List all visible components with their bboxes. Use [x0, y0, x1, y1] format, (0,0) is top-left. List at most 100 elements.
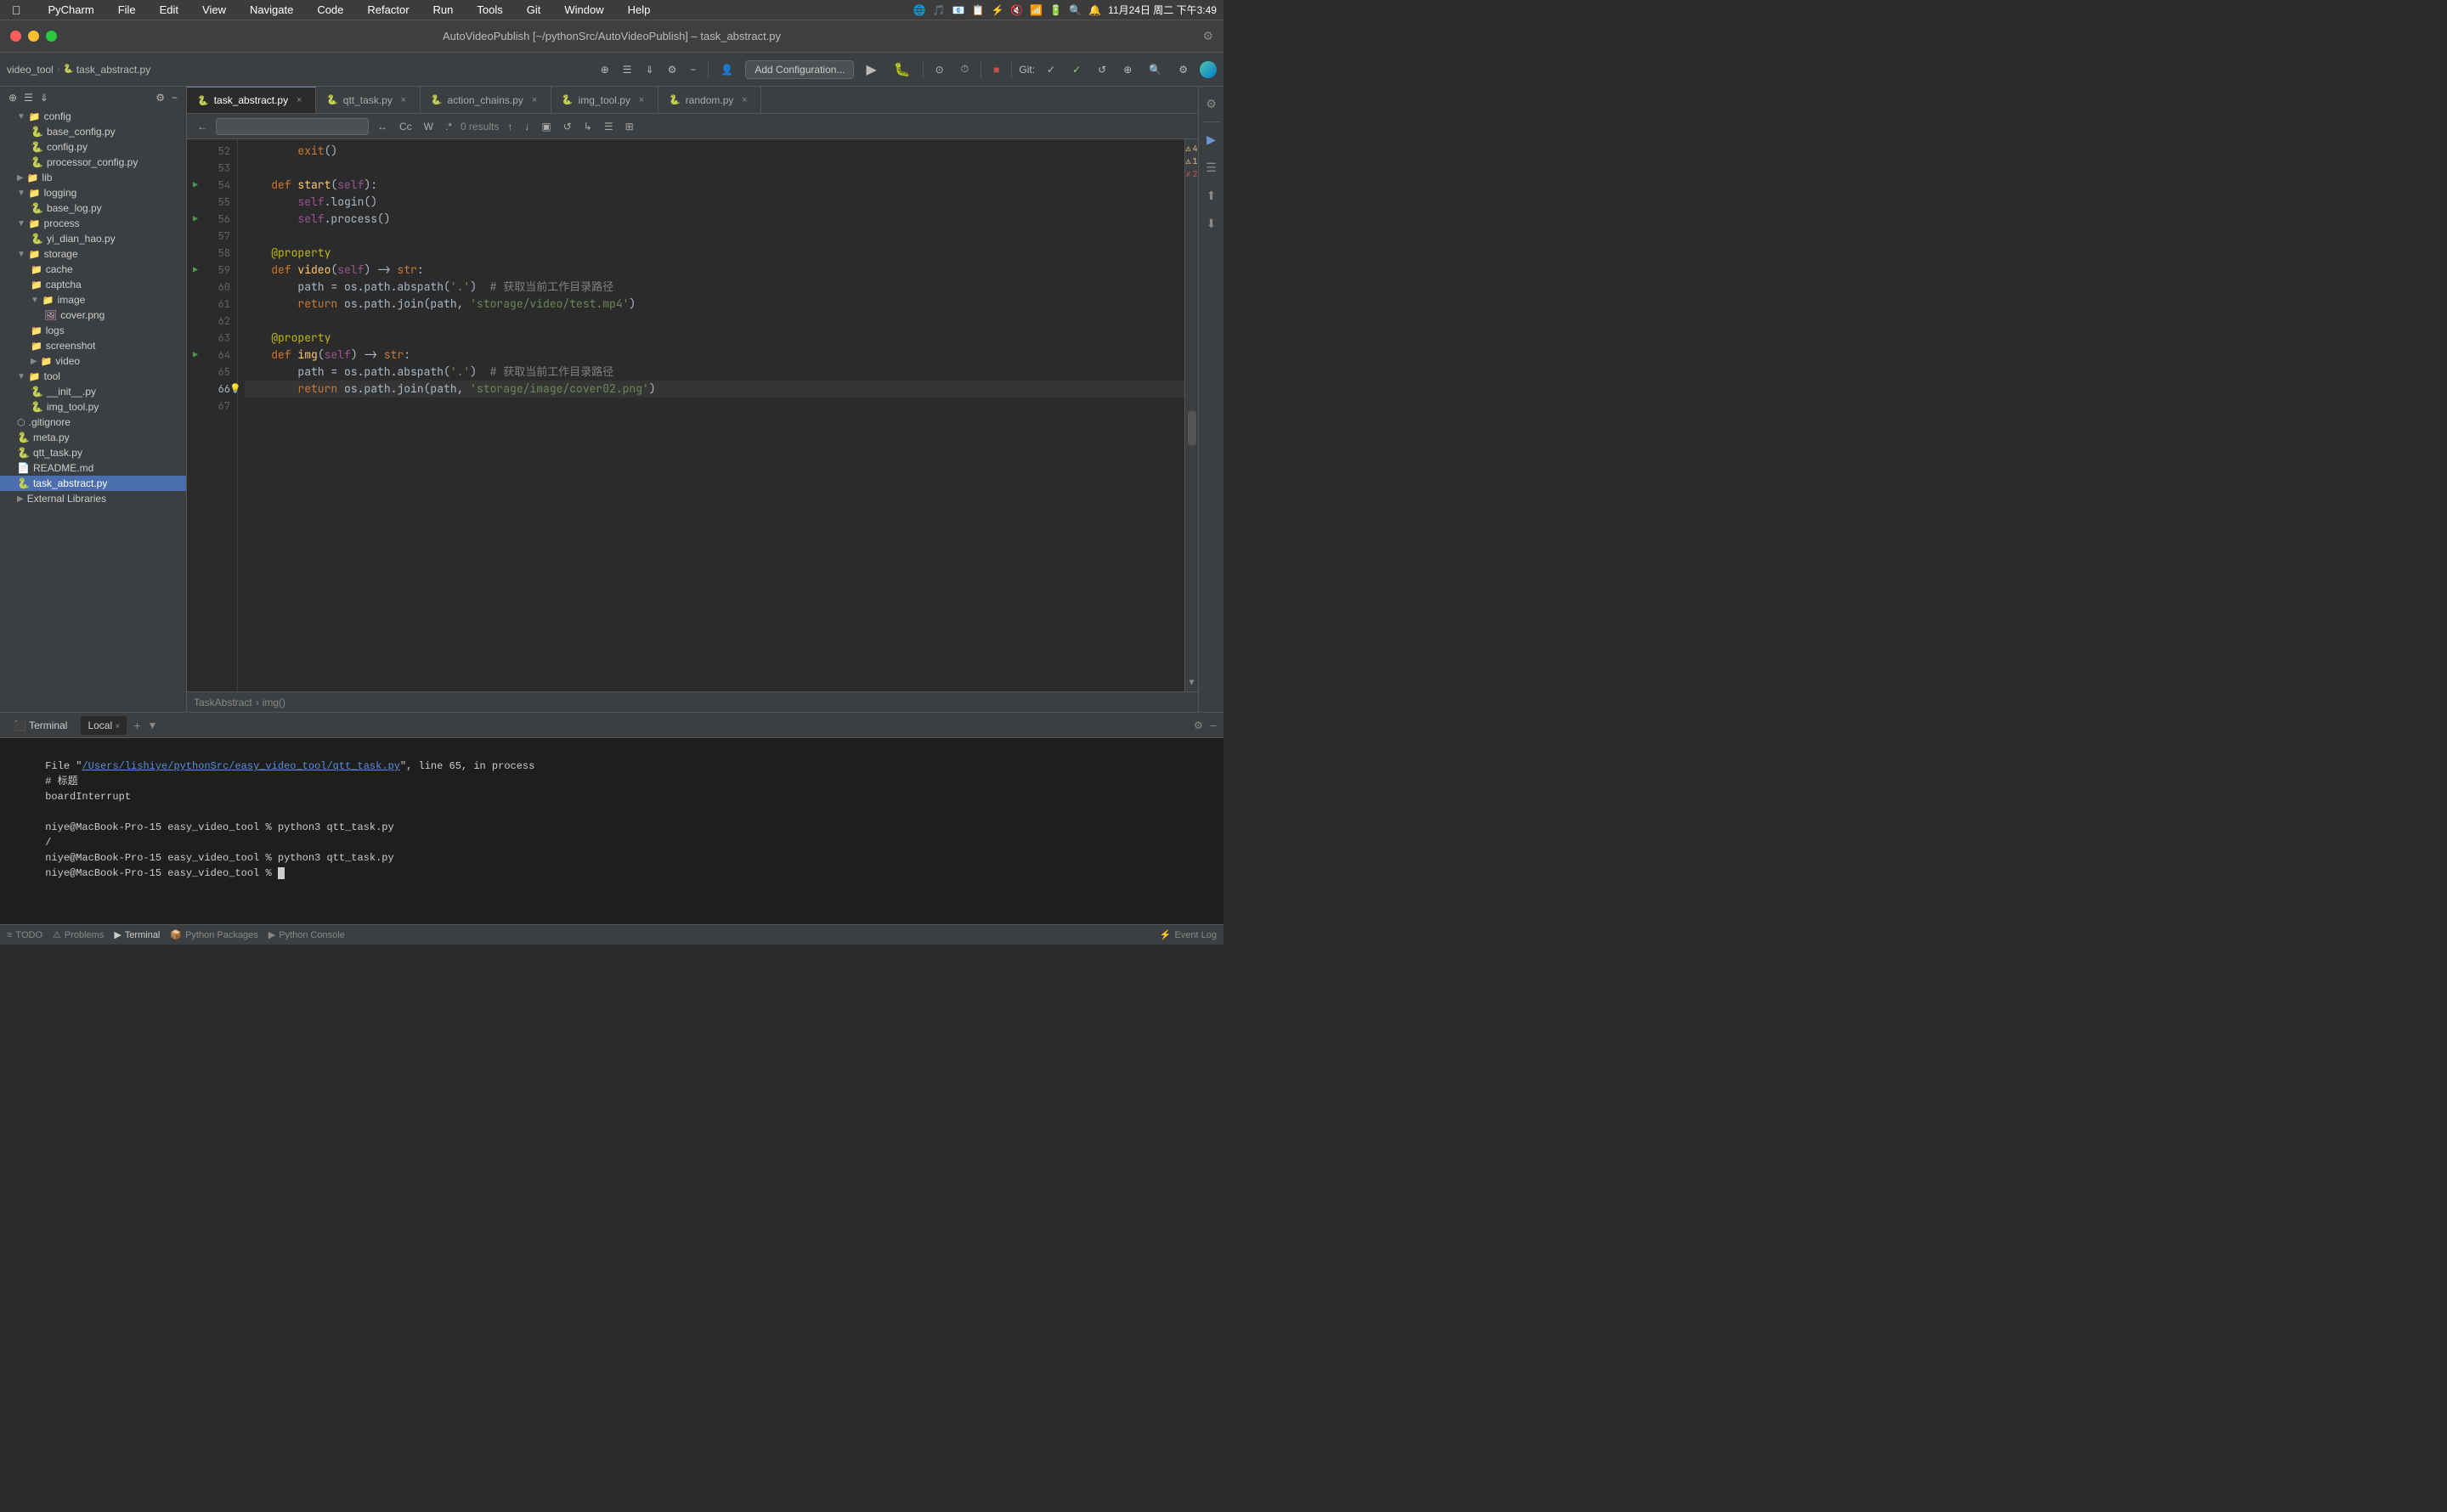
- sidebar-item-yi-dian-hao[interactable]: 🐍 yi_dian_hao.py: [0, 231, 186, 246]
- status-problems[interactable]: ⚠ Problems: [53, 929, 104, 940]
- sidebar-item-storage[interactable]: ▼ 📁 storage: [0, 246, 186, 262]
- toolbar-icon-2[interactable]: ☰: [618, 60, 637, 79]
- search-close-button[interactable]: ←: [194, 119, 211, 134]
- sidebar-item-lib[interactable]: ▶ 📁 lib: [0, 170, 186, 185]
- sidebar-item-base-log[interactable]: 🐍 base_log.py: [0, 200, 186, 216]
- sidebar-icon-1[interactable]: ⊕: [7, 92, 19, 104]
- sidebar-item-img-tool[interactable]: 🐍 img_tool.py: [0, 399, 186, 415]
- settings-icon[interactable]: ⚙: [1202, 29, 1213, 43]
- tab-close-button[interactable]: ×: [636, 94, 647, 106]
- search-close-x-button[interactable]: ▣: [538, 119, 554, 134]
- search-list-button[interactable]: ☰: [601, 119, 617, 134]
- search-prev-button[interactable]: ↑: [504, 119, 516, 134]
- sidebar-item-config[interactable]: ▼ 📁 config: [0, 109, 186, 124]
- add-configuration-button[interactable]: Add Configuration...: [745, 60, 854, 79]
- tools-menu[interactable]: Tools: [472, 2, 507, 18]
- search-case2-button[interactable]: ↳: [580, 119, 596, 134]
- tab-random[interactable]: 🐍 random.py ×: [658, 87, 761, 113]
- terminal-settings-button[interactable]: ⚙: [1194, 719, 1203, 731]
- run-menu[interactable]: Run: [428, 2, 459, 18]
- toolbar-icon-3[interactable]: ⇓: [641, 60, 659, 79]
- right-sidebar-icon-2[interactable]: ☰: [1202, 157, 1220, 178]
- edit-menu[interactable]: Edit: [155, 2, 184, 18]
- right-sidebar-icon-4[interactable]: ⬇: [1203, 213, 1220, 234]
- tab-img-tool[interactable]: 🐍 img_tool.py ×: [551, 87, 658, 113]
- breadcrumb-video-tool[interactable]: video_tool: [7, 64, 54, 76]
- refactor-menu[interactable]: Refactor: [362, 2, 414, 18]
- sidebar-item-external-libraries[interactable]: ▶ External Libraries: [0, 491, 186, 506]
- toolbar-icon-1[interactable]: ⊕: [596, 60, 614, 79]
- editor-scrollbar[interactable]: ⚠ 4 ⚠ 1 ✗ 2 ▼: [1184, 139, 1198, 691]
- debug-button[interactable]: 🐛: [889, 59, 916, 80]
- search-multiline-button[interactable]: ↺: [560, 119, 575, 134]
- search-case-button[interactable]: Cc: [396, 119, 415, 134]
- git-menu[interactable]: Git: [522, 2, 546, 18]
- sidebar-close-button[interactable]: −: [170, 92, 179, 104]
- tab-close-button[interactable]: ×: [738, 94, 750, 106]
- tab-qtt-task[interactable]: 🐍 qtt_task.py ×: [316, 87, 421, 113]
- maximize-window-button[interactable]: [46, 31, 57, 42]
- search-word-button[interactable]: W: [421, 119, 437, 134]
- navigate-menu[interactable]: Navigate: [245, 2, 298, 18]
- right-sidebar-icon-1[interactable]: ▶: [1203, 129, 1219, 150]
- tab-close-button[interactable]: ×: [398, 94, 410, 106]
- sidebar-item-base-config[interactable]: 🐍 base_config.py: [0, 124, 186, 139]
- sidebar-item-process[interactable]: ▼ 📁 process: [0, 216, 186, 231]
- sidebar-item-cache[interactable]: 📁 cache: [0, 262, 186, 277]
- sidebar-item-image[interactable]: ▼ 📁 image: [0, 292, 186, 307]
- sidebar-item-qtt-task[interactable]: 🐍 qtt_task.py: [0, 445, 186, 460]
- git-settings-button[interactable]: ⚙: [1173, 60, 1193, 79]
- user-avatar[interactable]: [1200, 61, 1217, 78]
- coverage-button[interactable]: ⊙: [930, 60, 949, 79]
- view-menu[interactable]: View: [197, 2, 231, 18]
- status-terminal[interactable]: ▶ Terminal: [114, 929, 160, 940]
- status-todo[interactable]: ≡ TODO: [7, 930, 42, 940]
- sidebar-item-init[interactable]: 🐍 __init__.py: [0, 384, 186, 399]
- right-sidebar-settings-icon[interactable]: ⚙: [1202, 93, 1220, 115]
- search-regex-button[interactable]: .*: [442, 119, 455, 134]
- sidebar-item-task-abstract[interactable]: 🐍 task_abstract.py: [0, 476, 186, 491]
- minus-button[interactable]: −: [685, 60, 701, 79]
- breadcrumb-task-abstract[interactable]: 🐍 task_abstract.py: [63, 64, 150, 76]
- terminal-content[interactable]: File "/Users/lishiye/pythonSrc/easy_vide…: [0, 738, 1224, 924]
- scroll-thumb[interactable]: [1188, 411, 1196, 445]
- git-commit-button[interactable]: ✓: [1067, 60, 1086, 79]
- tab-action-chains[interactable]: 🐍 action_chains.py ×: [421, 87, 551, 113]
- git-update-button[interactable]: ✓: [1042, 60, 1060, 79]
- stop-button[interactable]: ■: [988, 60, 1004, 79]
- search-input[interactable]: [216, 118, 369, 135]
- search-replace-button[interactable]: ↔: [374, 119, 391, 134]
- search-next-button[interactable]: ↓: [521, 119, 533, 134]
- sidebar-item-video[interactable]: ▶ 📁 video: [0, 353, 186, 369]
- sidebar-item-cover-png[interactable]: 🖼 cover.png: [0, 307, 186, 323]
- settings-button[interactable]: ⚙: [663, 60, 682, 79]
- window-menu[interactable]: Window: [559, 2, 608, 18]
- terminal-close-button[interactable]: −: [1210, 719, 1217, 732]
- search-everywhere-button[interactable]: 🔍: [1144, 60, 1167, 79]
- code-menu[interactable]: Code: [312, 2, 348, 18]
- sidebar-item-screenshot[interactable]: 📁 screenshot: [0, 338, 186, 353]
- code-editor[interactable]: ▶ ▶ ▶ ▶ 52 53 54 55 56: [187, 139, 1198, 691]
- profile-run-button[interactable]: ⏱: [956, 59, 974, 79]
- tab-task-abstract[interactable]: 🐍 task_abstract.py ×: [187, 87, 316, 113]
- terminal-tab-local[interactable]: Local ×: [81, 716, 127, 735]
- help-menu[interactable]: Help: [623, 2, 656, 18]
- sidebar-settings-button[interactable]: ⚙: [154, 92, 167, 104]
- status-event-log[interactable]: ⚡ Event Log: [1160, 929, 1217, 940]
- sidebar-item-gitignore[interactable]: ⬡ .gitignore: [0, 415, 186, 430]
- sidebar-item-logs[interactable]: 📁 logs: [0, 323, 186, 338]
- scroll-down-icon[interactable]: ▼: [1190, 677, 1195, 688]
- search-filter-button[interactable]: ⊞: [622, 119, 637, 134]
- apple-menu[interactable]: : [7, 2, 26, 19]
- run-button[interactable]: ▶: [861, 59, 881, 80]
- tab-close-button[interactable]: ×: [528, 94, 540, 106]
- status-python-packages[interactable]: 📦 Python Packages: [170, 929, 257, 940]
- sidebar-item-tool[interactable]: ▼ 📁 tool: [0, 369, 186, 384]
- right-sidebar-icon-3[interactable]: ⬆: [1203, 185, 1220, 206]
- terminal-chevron[interactable]: ▼: [148, 719, 158, 731]
- pycharm-menu[interactable]: PyCharm: [43, 2, 99, 18]
- sidebar-icon-2[interactable]: ☰: [22, 92, 35, 104]
- git-history-button[interactable]: ⊕: [1118, 60, 1137, 79]
- file-menu[interactable]: File: [113, 2, 141, 18]
- terminal-add-button[interactable]: +: [133, 719, 140, 732]
